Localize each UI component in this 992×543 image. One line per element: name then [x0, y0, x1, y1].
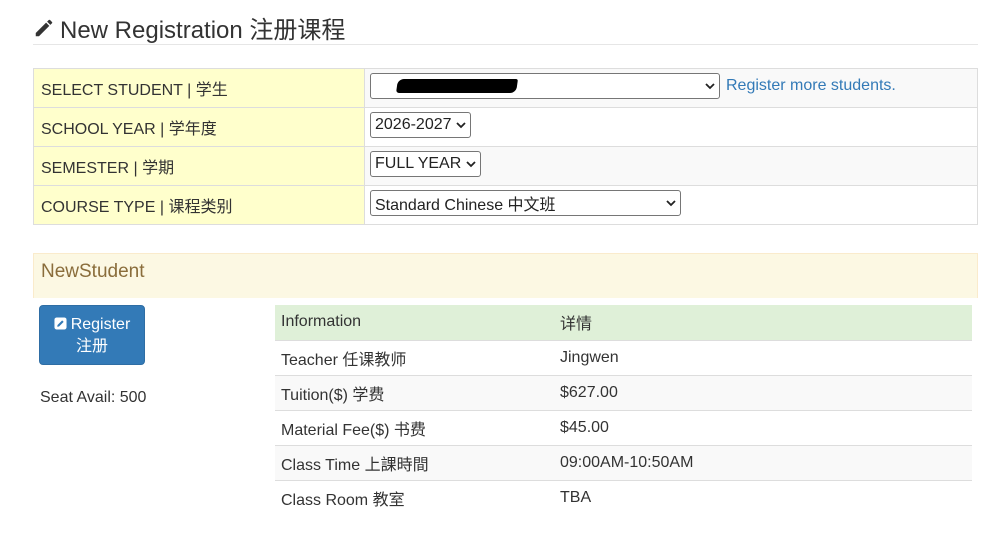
- info-label-tuition: Tuition($) 学费: [275, 374, 554, 410]
- school-year-label: SCHOOL YEAR | 学年度: [33, 107, 365, 147]
- semester-label: SEMESTER | 学期: [33, 146, 365, 186]
- chevron-down-icon: [666, 200, 676, 207]
- info-value-class-time: 09:00AM-10:50AM: [554, 444, 972, 480]
- info-row-tuition: Tuition($) 学费 $627.00: [275, 374, 972, 410]
- school-year-field-cell: 2026-2027: [364, 107, 978, 147]
- info-header-row: Information 详情: [275, 305, 972, 340]
- student-panel: NewStudent: [33, 253, 978, 298]
- course-type-label: COURSE TYPE | 课程类别: [33, 185, 365, 225]
- info-row-class-room: Class Room 教室 TBA: [275, 479, 972, 515]
- info-label-class-time: Class Time 上課時間: [275, 444, 554, 480]
- form-row-course-type: COURSE TYPE | 课程类别 Standard Chinese 中文班: [33, 185, 978, 225]
- redacted-student-name: [396, 79, 518, 93]
- info-label-class-room: Class Room 教室: [275, 479, 554, 515]
- form-row-school-year: SCHOOL YEAR | 学年度 2026-2027: [33, 107, 978, 147]
- register-label-zh: 注册: [75, 338, 108, 355]
- info-value-teacher: Jingwen: [554, 339, 972, 375]
- info-row-teacher: Teacher 任课教师 Jingwen: [275, 339, 972, 375]
- course-info-table: Information 详情 Teacher 任课教师 Jingwen Tuit…: [275, 305, 972, 515]
- info-value-tuition: $627.00: [554, 374, 972, 410]
- page-title-text: New Registration 注册课程: [60, 17, 346, 44]
- form-row-semester: SEMESTER | 学期 FULL YEAR: [33, 146, 978, 186]
- registration-form: SELECT STUDENT | 学生 Register more studen…: [33, 68, 978, 225]
- student-label: SELECT STUDENT | 学生: [33, 68, 365, 108]
- chevron-down-icon: [466, 161, 476, 168]
- course-type-value: Standard Chinese 中文班: [375, 197, 556, 214]
- info-row-material-fee: Material Fee($) 书费 $45.00: [275, 409, 972, 445]
- chevron-down-icon: [456, 122, 466, 129]
- student-name: NewStudent: [41, 261, 145, 282]
- edit-icon: [54, 317, 67, 330]
- semester-field-cell: FULL YEAR: [364, 146, 978, 186]
- info-value-class-room: TBA: [554, 479, 972, 515]
- info-header-information: Information: [275, 305, 554, 340]
- info-value-material-fee: $45.00: [554, 409, 972, 445]
- seat-availability: Seat Avail: 500: [40, 389, 147, 406]
- semester-value: FULL YEAR: [375, 155, 462, 172]
- info-header-details: 详情: [554, 305, 972, 340]
- page-header: New Registration 注册课程: [33, 8, 978, 45]
- semester-select[interactable]: FULL YEAR: [370, 151, 481, 177]
- student-select[interactable]: [370, 73, 720, 99]
- chevron-down-icon: [705, 83, 715, 90]
- course-type-select[interactable]: Standard Chinese 中文班: [370, 190, 681, 216]
- info-label-material-fee: Material Fee($) 书费: [275, 409, 554, 445]
- form-row-student: SELECT STUDENT | 学生 Register more studen…: [33, 68, 978, 108]
- school-year-value: 2026-2027: [375, 116, 452, 133]
- register-button[interactable]: Register 注册: [39, 305, 145, 365]
- school-year-select[interactable]: 2026-2027: [370, 112, 471, 138]
- info-label-teacher: Teacher 任课教师: [275, 339, 554, 375]
- student-field-cell: Register more students.: [364, 68, 978, 108]
- register-label-en: Register: [70, 316, 131, 333]
- register-more-students-link[interactable]: Register more students.: [726, 77, 896, 94]
- info-row-class-time: Class Time 上課時間 09:00AM-10:50AM: [275, 444, 972, 480]
- pencil-icon: [35, 19, 53, 36]
- course-type-field-cell: Standard Chinese 中文班: [364, 185, 978, 225]
- page-title: New Registration 注册课程: [33, 10, 345, 45]
